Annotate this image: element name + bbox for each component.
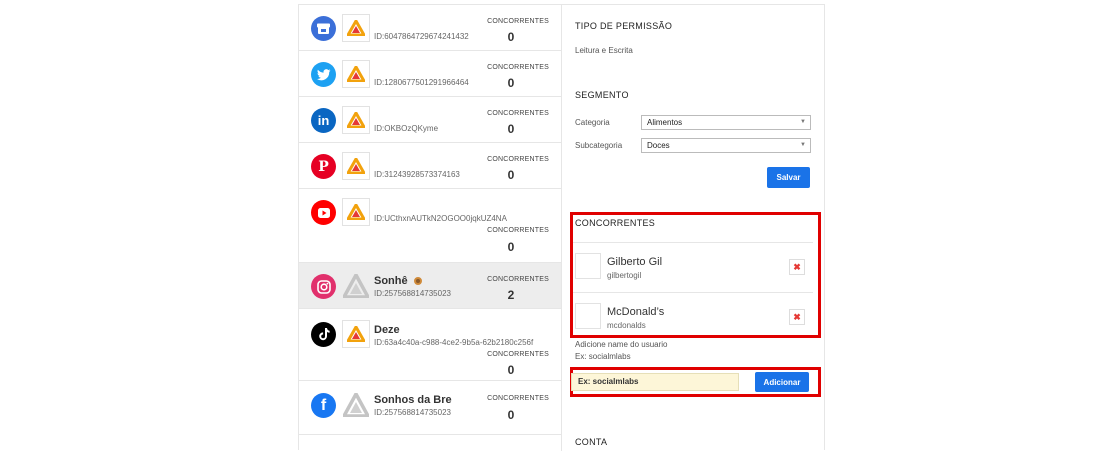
account-id: ID:31243928573374163 — [374, 170, 460, 179]
competitors-count: 0 — [507, 76, 515, 90]
competitors-title: CONCORRENTES — [575, 218, 656, 228]
competitors-label: CONCORRENTES — [487, 227, 549, 234]
add-competitor-input[interactable]: Ex: socialmlabs — [571, 373, 739, 391]
add-competitor-button[interactable]: Adicionar — [755, 372, 809, 392]
competitors-label: CONCORRENTES — [487, 276, 549, 283]
competitor-row: McDonald’s mcdonalds ✖ — [573, 292, 813, 342]
account-row-instagram[interactable]: Sonhê ID:257568814735023 CONCORRENTES 2 — [299, 263, 561, 309]
account-name: Sonhê — [374, 275, 422, 287]
pinterest-icon: P — [311, 154, 336, 179]
chevron-down-icon: ▼ — [800, 142, 806, 148]
app-frame: ID:6047864729674241432 CONCORRENTES 0 ID… — [298, 4, 825, 451]
avatar — [575, 303, 601, 329]
competitors-label: CONCORRENTES — [487, 351, 549, 358]
account-row-pinterest[interactable]: P ID:31243928573374163 CONCORRENTES 0 — [299, 143, 561, 189]
brand-logo-placeholder-icon — [342, 391, 370, 419]
competitor-name: Gilberto Gil — [607, 256, 663, 268]
account-row-twitter[interactable]: ID:1280677501291966464 CONCORRENTES 0 — [299, 51, 561, 97]
brand-logo-icon — [342, 152, 370, 180]
instagram-icon — [311, 274, 336, 299]
chevron-down-icon: ▼ — [800, 119, 806, 125]
competitor-row: Gilberto Gil gilbertogil ✖ — [573, 242, 813, 292]
competitors-highlight: CONCORRENTES Gilberto Gil gilbertogil ✖ … — [570, 212, 821, 338]
avatar — [575, 253, 601, 279]
segment-title: SEGMENTO — [575, 90, 629, 100]
account-id: ID:UCthxnAUTkN2OGOO0jqkUZ4NA — [374, 214, 507, 223]
competitors-count: 0 — [507, 30, 515, 44]
tiktok-icon — [311, 322, 336, 347]
accounts-list: ID:6047864729674241432 CONCORRENTES 0 ID… — [299, 5, 562, 451]
brand-logo-placeholder-icon — [342, 272, 370, 300]
add-hint: Adicione name do usuario — [575, 340, 668, 349]
account-id: ID:257568814735023 — [374, 289, 451, 298]
account-row-youtube[interactable]: ID:UCthxnAUTkN2OGOO0jqkUZ4NA CONCORRENTE… — [299, 189, 561, 263]
category-label: Categoria — [575, 118, 610, 127]
competitor-name: McDonald’s — [607, 306, 665, 318]
account-name: Sonhos da Bre — [374, 394, 452, 406]
remove-competitor-button[interactable]: ✖ — [789, 309, 805, 325]
account-row-google-business[interactable]: ID:6047864729674241432 CONCORRENTES 0 — [299, 5, 561, 51]
twitter-icon — [311, 62, 336, 87]
brand-logo-icon — [342, 320, 370, 348]
competitors-label: CONCORRENTES — [487, 156, 549, 163]
brand-logo-icon — [342, 198, 370, 226]
competitors-count: 0 — [507, 168, 515, 182]
verified-icon — [413, 277, 422, 285]
permission-value: Leitura e Escrita — [575, 46, 633, 55]
account-title: CONTA — [575, 437, 608, 447]
account-row-linkedin[interactable]: in ID:OKBOzQKyme CONCORRENTES 0 — [299, 97, 561, 143]
account-id: ID:63a4c40a-c988-4ce2-9b5a-62b2180c256f — [374, 338, 534, 347]
close-icon: ✖ — [793, 311, 801, 322]
brand-logo-icon — [342, 106, 370, 134]
competitors-label: CONCORRENTES — [487, 64, 549, 71]
account-row-tiktok[interactable]: Deze ID:63a4c40a-c988-4ce2-9b5a-62b2180c… — [299, 309, 561, 381]
competitors-label: CONCORRENTES — [487, 110, 549, 117]
close-icon: ✖ — [793, 261, 801, 272]
competitors-count: 0 — [507, 408, 515, 422]
remove-competitor-button[interactable]: ✖ — [789, 259, 805, 275]
competitors-count: 0 — [507, 240, 515, 254]
competitors-count: 2 — [507, 288, 515, 302]
brand-logo-icon — [342, 60, 370, 88]
account-id: ID:257568814735023 — [374, 408, 451, 417]
competitors-count: 0 — [507, 122, 515, 136]
subcategory-label: Subcategoria — [575, 141, 623, 150]
account-id: ID:6047864729674241432 — [374, 32, 469, 41]
competitors-count: 0 — [507, 363, 515, 377]
competitor-username: mcdonalds — [607, 321, 646, 330]
competitors-label: CONCORRENTES — [487, 18, 549, 25]
account-row-facebook[interactable]: f Sonhos da Bre ID:257568814735023 CONCO… — [299, 381, 561, 435]
add-example: Ex: socialmlabs — [575, 352, 631, 361]
account-id: ID:OKBOzQKyme — [374, 124, 439, 133]
competitors-label: CONCORRENTES — [487, 395, 549, 402]
brand-logo-icon — [342, 14, 370, 42]
linkedin-icon: in — [311, 108, 336, 133]
subcategory-select[interactable]: Doces ▼ — [641, 138, 811, 153]
save-button[interactable]: Salvar — [767, 167, 810, 188]
account-settings-panel: TIPO DE PERMISSÃO Leitura e Escrita SEGM… — [563, 5, 825, 451]
category-select[interactable]: Alimentos ▼ — [641, 115, 811, 130]
account-name: Deze — [374, 324, 400, 336]
google-business-icon — [311, 16, 336, 41]
youtube-icon — [311, 200, 336, 225]
competitor-username: gilbertogil — [607, 271, 642, 280]
facebook-icon: f — [311, 393, 336, 418]
account-id: ID:1280677501291966464 — [374, 78, 469, 87]
permission-title: TIPO DE PERMISSÃO — [575, 21, 673, 31]
